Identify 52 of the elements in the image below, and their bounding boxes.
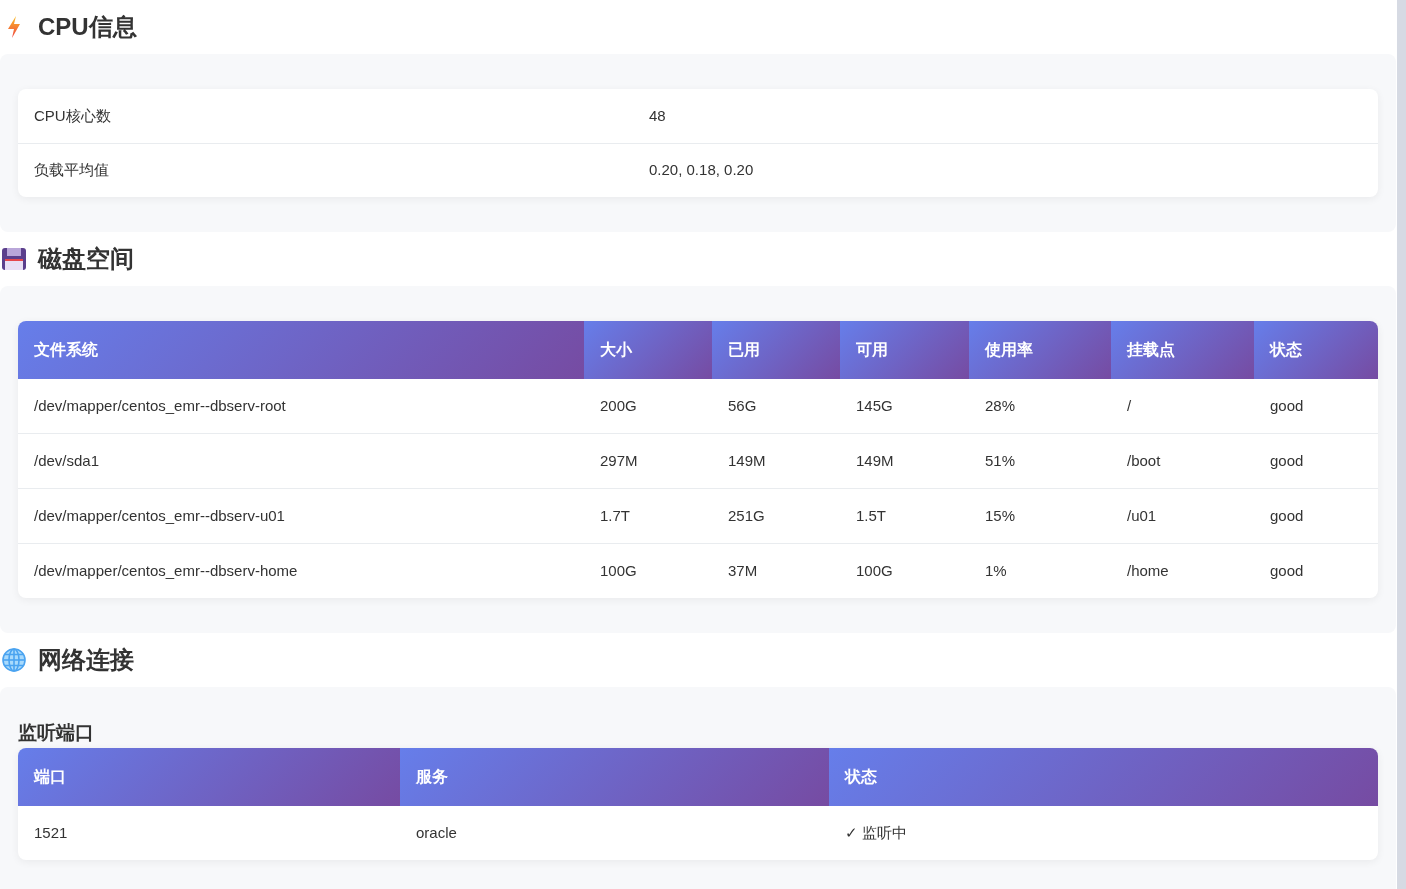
table-cell-text: / <box>1126 395 1133 416</box>
table-cell-text: good <box>1269 505 1305 526</box>
table-cell-text: /dev/mapper/centos_emr--dbserv-root <box>33 395 287 416</box>
table-cell-text: /u01 <box>1126 505 1158 526</box>
table-cell-text: 56G <box>727 395 758 416</box>
table-cell-text: 251G <box>727 505 766 526</box>
table-cell-text: 297M <box>599 450 639 471</box>
column-header: 服务 <box>400 748 829 806</box>
column-header: 可用 <box>840 321 969 379</box>
table-cell-text: 1.7T <box>599 505 631 526</box>
table-cell-text: 100G <box>855 560 894 581</box>
column-header: 挂载点 <box>1111 321 1254 379</box>
lightning-icon <box>6 15 22 39</box>
info-value: 48 <box>648 105 667 126</box>
section-title: 磁盘空间 <box>38 244 134 274</box>
table-cell-text: 1.5T <box>855 505 887 526</box>
table-cell-text: good <box>1269 395 1305 416</box>
globe-icon <box>2 648 26 672</box>
table-cell-text: 200G <box>599 395 638 416</box>
table-cell-text: /dev/sda1 <box>33 450 101 471</box>
table-cell-text: ✓ 监听中 <box>844 822 909 843</box>
table-cell-text: oracle <box>415 822 458 843</box>
column-header: 大小 <box>584 321 712 379</box>
table-cell-text: /boot <box>1126 450 1162 471</box>
scrollbar[interactable] <box>1397 0 1406 889</box>
section-title: 网络连接 <box>38 645 134 675</box>
section-title: CPU信息 <box>38 12 137 42</box>
table-cell-text: 51% <box>984 450 1017 471</box>
table-cell-text: good <box>1269 450 1305 471</box>
column-header: 端口 <box>18 748 400 806</box>
table-cell-text: 1521 <box>33 822 69 843</box>
table-cell-text: 28% <box>984 395 1017 416</box>
table-cell-text: /dev/mapper/centos_emr--dbserv-u01 <box>33 505 286 526</box>
info-label: CPU核心数 <box>33 105 112 126</box>
table-cell-text: 145G <box>855 395 894 416</box>
column-header: 已用 <box>712 321 840 379</box>
column-header: 文件系统 <box>18 321 584 379</box>
table-cell-text: 1% <box>984 560 1008 581</box>
table-cell-text: 149M <box>855 450 895 471</box>
info-label: 负载平均值 <box>33 160 110 181</box>
subsection-title: 监听端口 <box>18 721 95 745</box>
column-header: 状态 <box>1254 321 1378 379</box>
table-cell-text: /home <box>1126 560 1170 581</box>
table-cell-text: 149M <box>727 450 767 471</box>
info-value: 0.20, 0.18, 0.20 <box>648 160 755 181</box>
table-cell-text: /dev/mapper/centos_emr--dbserv-home <box>33 560 299 581</box>
table-cell-text: 15% <box>984 505 1017 526</box>
column-header: 状态 <box>829 748 1378 806</box>
table-cell-text: 37M <box>727 560 759 581</box>
table-cell-text: 100G <box>599 560 638 581</box>
table-cell-text: good <box>1269 560 1305 581</box>
column-header: 使用率 <box>969 321 1111 379</box>
